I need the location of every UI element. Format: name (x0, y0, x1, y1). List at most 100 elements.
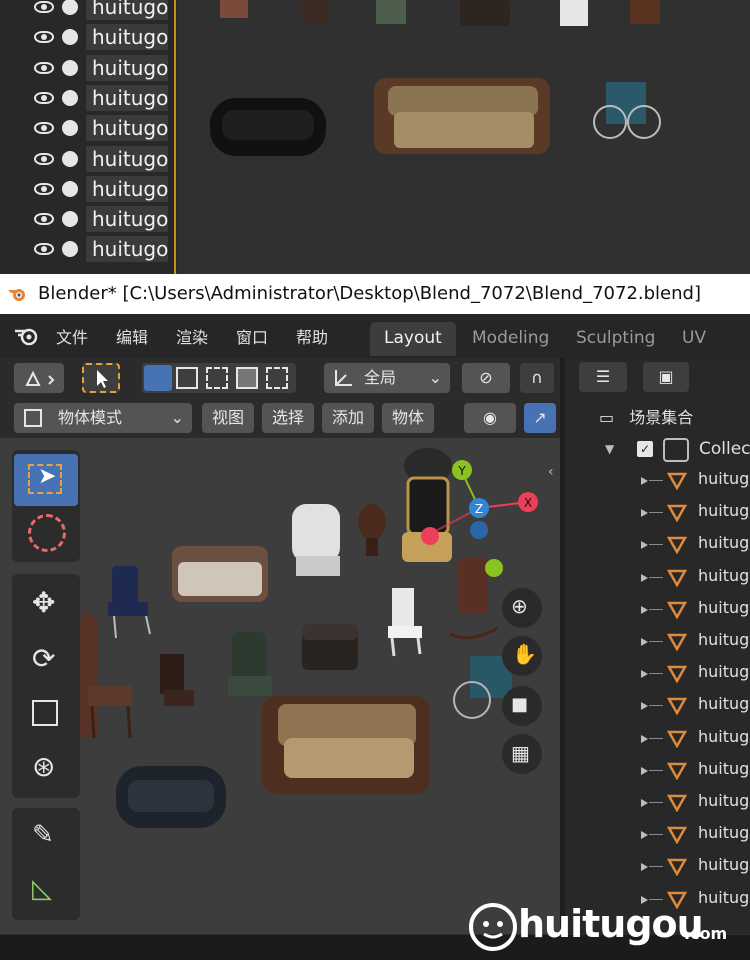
eye-icon[interactable] (34, 61, 54, 74)
scale-tool[interactable] (14, 688, 78, 740)
eye-icon[interactable] (34, 122, 54, 135)
eye-icon[interactable] (34, 1, 54, 13)
top-outliner-row[interactable]: huitugou (0, 174, 176, 204)
annotate-tool[interactable]: ✎ (14, 812, 78, 864)
blender-menu-icon[interactable] (14, 326, 40, 346)
outliner-object-row[interactable]: huitug (565, 819, 750, 851)
select-menu-button[interactable]: 选择 (262, 403, 314, 433)
tool-settings-dropdown[interactable] (14, 363, 64, 393)
select-box-tool-button[interactable] (82, 363, 120, 393)
expand-triangle-icon[interactable] (641, 670, 648, 679)
selection-new-button[interactable] (144, 365, 172, 391)
pan-button[interactable]: ✋ (502, 636, 542, 676)
transform-orientation-dropdown[interactable]: 全局 ⌄ (324, 363, 450, 393)
outliner-object-row[interactable]: huitug (565, 658, 750, 690)
view-menu-button[interactable]: 视图 (202, 403, 254, 433)
outliner-object-row[interactable]: huitug (565, 787, 750, 819)
render-dot-icon[interactable] (62, 29, 78, 46)
perspective-toggle[interactable]: ▦ (502, 734, 542, 774)
expand-triangle-icon[interactable] (641, 573, 648, 582)
expand-triangle-icon[interactable] (641, 509, 648, 518)
move-tool[interactable]: ✥ (14, 578, 78, 630)
render-dot-icon[interactable] (62, 150, 78, 167)
snap-toggle[interactable]: ∩ (520, 363, 554, 393)
eye-icon[interactable] (34, 243, 54, 256)
eye-icon[interactable] (34, 152, 54, 165)
outliner-object-row[interactable]: huitug (565, 562, 750, 594)
selection-extend-button[interactable] (176, 367, 198, 389)
outliner-object-row[interactable]: huitug (565, 529, 750, 561)
expand-triangle-icon[interactable] (641, 799, 648, 807)
top-outliner-row[interactable]: huitugou (0, 83, 176, 113)
top-outliner-row[interactable]: huitugou (0, 204, 176, 234)
top-viewport[interactable] (178, 0, 750, 274)
selection-intersect-button[interactable] (266, 367, 288, 389)
tab-modeling[interactable]: Modeling (458, 322, 563, 356)
menu-render[interactable]: 渲染 (176, 324, 208, 348)
expand-triangle-icon[interactable] (641, 702, 648, 711)
zoom-button[interactable]: ⊕ (502, 588, 542, 628)
transform-tool[interactable]: ⊛ (14, 742, 78, 794)
outliner-object-row[interactable]: huitug (565, 497, 750, 529)
menu-edit[interactable]: 编辑 (116, 324, 148, 348)
mode-dropdown[interactable]: 物体模式 ⌄ (14, 403, 192, 433)
render-dot-icon[interactable] (62, 241, 78, 258)
snap-target-dropdown[interactable]: ⊘ (462, 363, 510, 393)
expand-triangle-icon[interactable] (641, 831, 648, 840)
gizmo-toggle[interactable]: ↗ (524, 403, 556, 433)
outliner-object-row[interactable]: huitug (565, 626, 750, 658)
top-outliner-row[interactable]: huitugou (0, 234, 176, 264)
selection-subtract-button[interactable] (206, 367, 228, 389)
cursor-tool[interactable] (14, 508, 78, 560)
outliner-object-row[interactable]: huitug (565, 594, 750, 626)
sidebar-collapse-chevron-icon[interactable]: ‹ (548, 464, 554, 480)
outliner-object-row[interactable]: huitug (565, 851, 750, 883)
outliner-object-row[interactable]: huitug (565, 690, 750, 722)
camera-view-button[interactable]: ■ (502, 686, 542, 726)
rotate-tool[interactable]: ⟳ (14, 634, 78, 686)
render-dot-icon[interactable] (62, 59, 78, 76)
render-dot-icon[interactable] (62, 180, 78, 197)
expand-triangle-icon[interactable]: ▼ (605, 442, 614, 456)
expand-triangle-icon[interactable] (641, 638, 648, 646)
top-outliner-row[interactable]: huitugou (0, 113, 176, 143)
outliner-object-row[interactable]: huitug (565, 723, 750, 755)
3d-viewport[interactable]: Y X Z ⊕ ✋ ■ ▦ ‹ (0, 438, 560, 934)
render-dot-icon[interactable] (62, 211, 78, 228)
tab-sculpting[interactable]: Sculpting (562, 322, 669, 356)
menu-help[interactable]: 帮助 (296, 324, 328, 348)
render-dot-icon[interactable] (62, 120, 78, 137)
menu-window[interactable]: 窗口 (236, 324, 268, 348)
collection-checkbox[interactable]: ✓ (637, 441, 653, 457)
render-dot-icon[interactable] (62, 0, 78, 15)
expand-triangle-icon[interactable] (641, 477, 648, 485)
eye-icon[interactable] (34, 91, 54, 104)
eye-icon[interactable] (34, 182, 54, 195)
eye-icon[interactable] (34, 31, 54, 44)
tab-layout[interactable]: Layout (370, 322, 456, 356)
eye-icon[interactable] (34, 213, 54, 226)
visibility-dropdown[interactable]: ◉ (464, 403, 516, 433)
select-box-tool[interactable]: ➤ (14, 454, 78, 506)
add-menu-button[interactable]: 添加 (322, 403, 374, 433)
outliner-filter-dropdown[interactable]: ▣ (643, 362, 689, 392)
object-menu-button[interactable]: 物体 (382, 403, 434, 433)
measure-tool[interactable]: ◺ (14, 866, 78, 918)
render-dot-icon[interactable] (62, 89, 78, 106)
outliner-object-row[interactable]: huitug (565, 465, 750, 497)
expand-triangle-icon[interactable] (641, 605, 648, 614)
expand-triangle-icon[interactable] (641, 541, 648, 550)
expand-triangle-icon[interactable] (641, 734, 648, 743)
top-outliner-row[interactable]: huitugou (0, 0, 176, 22)
outliner-display-mode-dropdown[interactable]: ☰ (579, 362, 627, 392)
scene-collection-row[interactable]: ▭ 场景集合 (599, 404, 693, 428)
expand-triangle-icon[interactable] (641, 863, 648, 872)
outliner-object-row[interactable]: huitug (565, 755, 750, 787)
collection-row[interactable]: ▼ ✓ Collec (605, 438, 750, 466)
menu-file[interactable]: 文件 (56, 324, 88, 348)
top-outliner-row[interactable]: huitugou (0, 53, 176, 83)
expand-triangle-icon[interactable] (641, 766, 648, 775)
selection-invert-button[interactable] (236, 367, 258, 389)
top-outliner-row[interactable]: huitugou (0, 144, 176, 174)
tab-uv-editing[interactable]: UV Editi (668, 322, 750, 380)
